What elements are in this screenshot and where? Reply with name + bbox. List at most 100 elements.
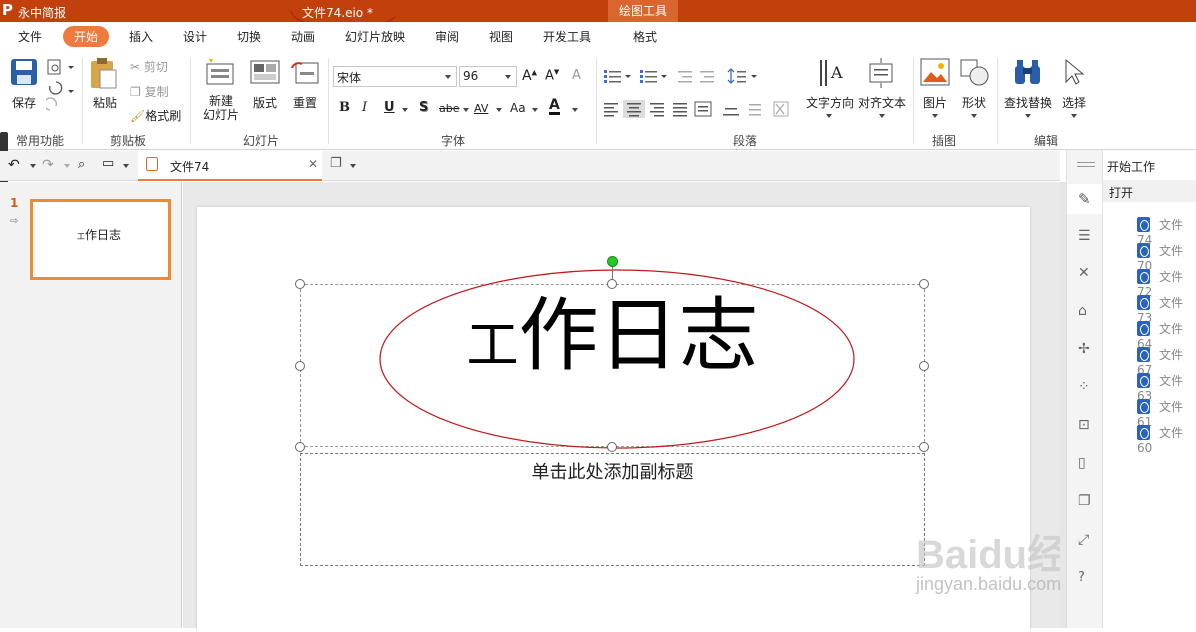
edit-pen-icon[interactable]: ✎ [1078,190,1091,208]
menu-format[interactable]: 格式 [633,28,657,45]
clipboard-icon[interactable]: ▯ [1078,455,1086,471]
contextual-tab-drawing-tools[interactable]: 绘图工具 [608,0,678,22]
list-indent-icons[interactable] [602,68,770,84]
document-icon [146,157,158,171]
tab-document[interactable]: 文件74 ✕ [138,151,322,181]
underline-button[interactable]: U [384,100,395,115]
format-painter-button[interactable]: 🖌格式刷 [130,107,188,124]
font-color-button[interactable]: A [549,98,560,115]
font-size-select[interactable]: 96 [459,66,517,87]
align-text-icon[interactable] [866,58,896,88]
menu-animation[interactable]: 动画 [291,28,315,45]
app-logo-icon: P [2,1,13,19]
resize-handle-nw[interactable] [295,279,305,289]
file-icon [1137,321,1150,336]
reset-button[interactable]: 重置 [290,94,320,111]
subtitle-placeholder[interactable]: 单击此处添加副标题 [300,453,925,566]
copy-pages-icon[interactable]: ❐ [1078,493,1091,509]
print-icon[interactable]: ▭ [102,156,114,171]
cursor-icon[interactable] [1062,58,1086,86]
new-slide-icon[interactable] [205,58,235,88]
redo-icon[interactable]: ↷ [42,157,54,173]
rotate-handle[interactable] [607,256,618,267]
change-case-button[interactable]: Aa [510,101,526,115]
align-text-button[interactable]: 对齐文本 [857,94,907,111]
menu-slideshow[interactable]: 幻灯片放映 [345,28,405,45]
shape-icon[interactable] [959,58,989,88]
file-icon [1137,425,1150,440]
alignment-icons[interactable] [602,100,798,118]
layout-button[interactable]: 版式 [250,94,280,111]
close-tab-icon[interactable]: ✕ [308,157,318,171]
menu-design[interactable]: 设计 [183,28,207,45]
binoculars-icon[interactable] [1013,58,1043,86]
grid-icon[interactable]: ⁘ [1078,379,1090,395]
file-icon [1137,373,1150,388]
taskpane-header: 开始工作 [1107,160,1156,174]
taskpane-open-section[interactable]: 打开 [1103,180,1196,202]
copy-button[interactable]: ❐ 复制 [130,83,178,100]
slide-thumbnail-1[interactable]: 工作日志 [30,199,171,280]
paste-button[interactable]: 粘贴 [91,94,119,111]
undo-icon[interactable]: ↶ [8,157,20,173]
resize-handle-se[interactable] [919,442,929,452]
save-icon[interactable] [10,58,38,86]
resize-handle-w[interactable] [295,361,305,371]
italic-button[interactable]: I [362,100,367,115]
menu-start[interactable]: 开始 [63,26,110,47]
resize-handle-ne[interactable] [919,279,929,289]
file-icon [1137,217,1150,232]
save-button[interactable]: 保存 [10,94,38,111]
print-preview-icon[interactable]: ⌕ [78,157,85,172]
resize-handle-n[interactable] [607,279,617,289]
menu-developer[interactable]: 开发工具 [543,28,591,45]
resize-handle-s[interactable] [607,442,617,452]
font-name-select[interactable]: 宋体 [333,66,457,87]
thumbnail-title: 工作日志 [77,228,122,242]
select-button[interactable]: 选择 [1059,94,1089,111]
text-direction-button[interactable]: 文字方向 [805,94,855,111]
grow-font-icon[interactable]: A▲ [522,68,537,84]
expand-icon[interactable]: ⤢ [1078,532,1089,548]
menu-view[interactable]: 视图 [489,28,513,45]
file-icon [1137,243,1150,258]
char-spacing-button[interactable]: AV [474,102,488,115]
quick-icons[interactable] [46,58,76,120]
cut-button[interactable]: ✂ 剪切 [130,58,178,75]
shape-button[interactable]: 形状 [959,94,989,111]
find-replace-button[interactable]: 查找替换 [1003,94,1053,111]
crop-icon[interactable]: ⊡ [1078,417,1090,433]
new-slide-button[interactable]: 新建 幻灯片 [200,94,242,122]
shadow-button[interactable]: S [419,100,428,115]
picture-button[interactable]: 图片 [920,94,950,111]
taskpane-icon-strip: ✎ ☰ ✕ ⌂ ✢ ⁘ ⊡ ▯ ❐ ⤢ ? [1066,150,1103,628]
paste-icon[interactable] [89,56,119,90]
bold-button[interactable]: B [339,100,350,115]
menu-insert[interactable]: 插入 [129,28,153,45]
adjust-icon[interactable]: ☰ [1078,228,1091,244]
tools-icon[interactable]: ✕ [1078,265,1090,281]
menu-file[interactable]: 文件 [18,28,42,45]
reset-icon[interactable] [290,60,320,86]
recent-file-item[interactable]: 文件60 [1137,424,1196,455]
help-icon[interactable]: ? [1078,570,1085,585]
layout-icon[interactable] [250,60,280,86]
text-direction-icon[interactable]: A [818,58,848,88]
shrink-font-icon[interactable]: A▼ [545,68,559,83]
group-label-illustration: 插图 [932,134,957,148]
menu-transition[interactable]: 切换 [237,28,261,45]
resize-handle-e[interactable] [919,361,929,371]
collapse-icon[interactable] [1077,162,1095,163]
resize-handle-sw[interactable] [295,442,305,452]
slide-title: 工作日志 [466,289,759,382]
brush-tool-icon[interactable]: ⌂ [1078,303,1087,319]
strikethrough-button[interactable]: abe [439,102,460,115]
menu-review[interactable]: 审阅 [435,28,459,45]
clear-format-icon[interactable]: A [572,68,581,83]
title-bar: P 永中简报 文件74.eio * 绘图工具 [0,0,1196,22]
new-tab-icon[interactable]: ❐ [330,156,342,171]
ribbon: 保存 常用功能 粘贴 ✂ 剪切 ❐ 复制 🖌格式刷 剪贴板 新建幻灯片 版式 [0,52,1196,150]
animation-icon[interactable]: ✢ [1078,341,1090,357]
picture-icon[interactable] [920,58,950,86]
file-icon [1137,399,1150,414]
